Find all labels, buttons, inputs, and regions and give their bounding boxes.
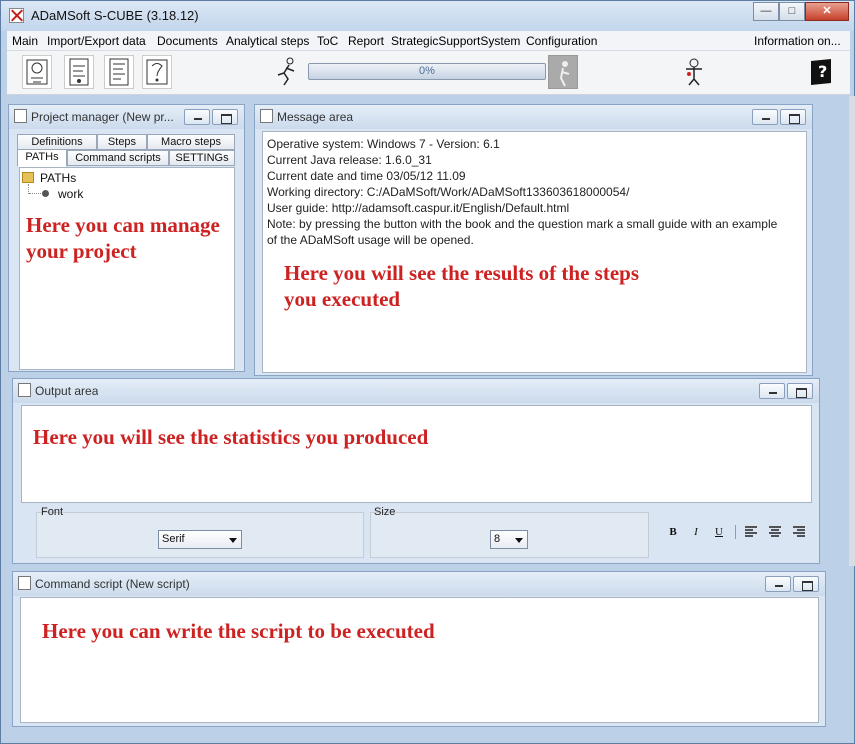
command-script-editor[interactable]: Here you can write the script to be exec… bbox=[20, 597, 819, 723]
bold-button[interactable]: B bbox=[665, 524, 681, 540]
output-maximize-button[interactable] bbox=[787, 383, 813, 399]
minimize-window-button[interactable]: — bbox=[753, 2, 779, 21]
window-title: ADaMSoft S-CUBE (3.18.12) bbox=[31, 8, 199, 23]
project-manager-titlebar: Project manager (New pr... bbox=[9, 105, 244, 129]
align-left-icon[interactable] bbox=[744, 525, 758, 539]
project-manager-title: Project manager (New pr... bbox=[31, 110, 174, 124]
script-icon[interactable] bbox=[104, 55, 134, 89]
output-area-titlebar: Output area bbox=[13, 379, 819, 403]
script-annotation: Here you can write the script to be exec… bbox=[42, 619, 435, 643]
menu-information[interactable]: Information on... bbox=[754, 34, 841, 48]
command-script-titlebar: Command script (New script) bbox=[13, 572, 825, 596]
message-minimize-button[interactable] bbox=[752, 109, 778, 125]
tree-connector-horizontal bbox=[29, 193, 43, 194]
message-line: Current date and time 03/05/12 11.09 bbox=[267, 169, 466, 183]
tab-paths[interactable]: PATHs bbox=[17, 149, 67, 167]
message-line: Working directory: C:/ADaMSoft/Work/ADaM… bbox=[267, 185, 630, 199]
menu-main[interactable]: Main bbox=[12, 34, 38, 48]
command-script-panel: Command script (New script) Here you can… bbox=[12, 571, 826, 727]
size-select[interactable]: 8 bbox=[490, 530, 528, 549]
tab-macro-steps[interactable]: Macro steps bbox=[147, 134, 235, 150]
tab-definitions[interactable]: Definitions bbox=[17, 134, 97, 150]
align-right-icon[interactable] bbox=[792, 525, 806, 539]
project-minimize-button[interactable] bbox=[184, 109, 210, 125]
message-area-panel: Message area Operative system: Windows 7… bbox=[254, 104, 813, 376]
project-icon bbox=[14, 109, 27, 123]
menu-import-export[interactable]: Import/Export data bbox=[47, 34, 146, 48]
project-manager-panel: Project manager (New pr... Definitions S… bbox=[8, 104, 245, 372]
output-text-area[interactable]: Here you will see the statistics you pro… bbox=[21, 405, 812, 503]
menu-bar: Main Import/Export data Documents Analyt… bbox=[7, 31, 850, 51]
message-line: Current Java release: 1.6.0_31 bbox=[267, 153, 432, 167]
toolbar-divider bbox=[735, 525, 736, 539]
message-maximize-button[interactable] bbox=[780, 109, 806, 125]
message-annotation-line1: Here you will see the results of the ste… bbox=[284, 261, 640, 285]
underline-button[interactable]: U bbox=[711, 524, 727, 540]
guide-icon[interactable] bbox=[142, 55, 172, 89]
tree-item-work[interactable]: work bbox=[58, 187, 83, 201]
italic-button[interactable]: I bbox=[688, 524, 704, 540]
output-area-panel: Output area Here you will see the statis… bbox=[12, 378, 820, 564]
size-label: Size bbox=[374, 506, 396, 518]
message-text-area[interactable]: Operative system: Windows 7 - Version: 6… bbox=[262, 131, 807, 373]
stop-icon[interactable] bbox=[548, 55, 578, 89]
font-select[interactable]: Serif bbox=[158, 530, 242, 549]
toolbar: 0% ? bbox=[7, 51, 850, 95]
run-icon[interactable] bbox=[272, 55, 302, 89]
script-maximize-button[interactable] bbox=[793, 576, 819, 592]
window-controls: — □ ✕ bbox=[753, 2, 849, 21]
paths-tree-area: PATHs work Here you can manage your proj… bbox=[19, 167, 235, 370]
help-book-icon[interactable]: ? bbox=[807, 55, 837, 89]
user-icon[interactable] bbox=[680, 55, 710, 89]
chevron-down-icon bbox=[515, 538, 523, 543]
message-icon bbox=[260, 109, 273, 123]
folder-icon bbox=[22, 172, 34, 183]
message-area-titlebar: Message area bbox=[255, 105, 812, 129]
data-icon[interactable] bbox=[64, 55, 94, 89]
menu-configuration[interactable]: Configuration bbox=[526, 34, 597, 48]
message-line: User guide: http://adamsoft.caspur.it/En… bbox=[267, 201, 570, 215]
output-icon bbox=[18, 383, 31, 397]
message-line: of the ADaMSoft usage will be opened. bbox=[267, 233, 474, 247]
project-annotation: Here you can manage your project bbox=[26, 213, 220, 263]
close-window-button[interactable]: ✕ bbox=[805, 2, 849, 21]
size-select-value: 8 bbox=[494, 533, 501, 545]
chevron-down-icon bbox=[229, 538, 237, 543]
output-minimize-button[interactable] bbox=[759, 383, 785, 399]
menu-strategic-support-system[interactable]: StrategicSupportSystem bbox=[391, 34, 520, 48]
maximize-window-button[interactable]: □ bbox=[779, 2, 805, 21]
progress-bar: 0% bbox=[308, 63, 546, 80]
font-select-value: Serif bbox=[162, 533, 185, 545]
message-line: Operative system: Windows 7 - Version: 6… bbox=[267, 137, 500, 151]
message-line: Note: by pressing the button with the bo… bbox=[267, 217, 778, 231]
menu-analytical-steps[interactable]: Analytical steps bbox=[226, 34, 309, 48]
tab-steps[interactable]: Steps bbox=[97, 134, 147, 150]
script-minimize-button[interactable] bbox=[765, 576, 791, 592]
tree-root-label[interactable]: PATHs bbox=[40, 171, 76, 185]
paths-icon[interactable] bbox=[22, 55, 52, 89]
script-file-icon bbox=[18, 576, 31, 590]
message-annotation-line2: you executed bbox=[284, 287, 401, 311]
svg-text:?: ? bbox=[818, 62, 827, 81]
app-logo-icon bbox=[9, 8, 24, 23]
output-area-title: Output area bbox=[35, 384, 99, 398]
font-label: Font bbox=[41, 506, 64, 518]
tab-command-scripts[interactable]: Command scripts bbox=[67, 150, 169, 166]
vertical-scrollbar[interactable] bbox=[849, 96, 855, 566]
align-center-icon[interactable] bbox=[768, 525, 782, 539]
command-script-title: Command script (New script) bbox=[35, 577, 190, 591]
message-area-title: Message area bbox=[277, 110, 354, 124]
output-annotation: Here you will see the statistics you pro… bbox=[33, 425, 429, 449]
menu-toc[interactable]: ToC bbox=[317, 34, 338, 48]
tab-settings[interactable]: SETTINGs bbox=[169, 150, 235, 166]
project-maximize-button[interactable] bbox=[212, 109, 238, 125]
tree-leaf-icon bbox=[42, 190, 49, 197]
application-window: ADaMSoft S-CUBE (3.18.12) — □ ✕ Main Imp… bbox=[0, 0, 855, 744]
menu-report[interactable]: Report bbox=[348, 34, 384, 48]
title-bar: ADaMSoft S-CUBE (3.18.12) — □ ✕ bbox=[1, 1, 854, 31]
menu-documents[interactable]: Documents bbox=[157, 34, 218, 48]
